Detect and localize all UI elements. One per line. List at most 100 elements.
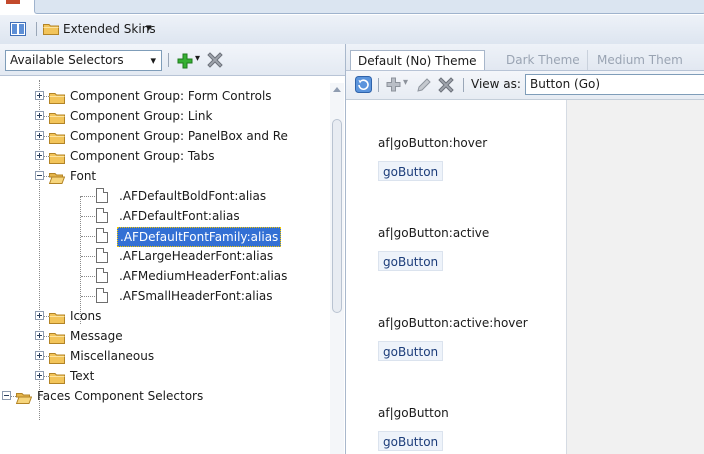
view-as-dropdown[interactable]: Button (Go): [525, 74, 704, 95]
document-icon: [96, 288, 108, 303]
preview-gobutton[interactable]: goButton: [378, 251, 444, 271]
skin-menu-label[interactable]: Extended Skins: [63, 22, 156, 36]
tree-folder-node[interactable]: Text: [0, 366, 328, 386]
preview-gobutton-label: goButton: [383, 345, 439, 359]
window-top-strip: [0, 0, 704, 15]
dropdown-arrow-icon: ▾: [150, 54, 156, 67]
tree-folder-node[interactable]: Component Group: PanelBox and Re: [0, 126, 328, 146]
tree-selector-item[interactable]: .AFDefaultFontFamily:alias: [0, 226, 328, 247]
tree-folder-node[interactable]: Faces Component Selectors: [0, 386, 328, 406]
tree-node-label: .AFDefaultBoldFont:alias: [119, 189, 267, 203]
expand-icon[interactable]: [35, 371, 44, 380]
tree-folder-node[interactable]: Miscellaneous: [0, 346, 328, 366]
folder-icon: [49, 310, 65, 324]
tree-folder-node[interactable]: Font: [0, 166, 328, 186]
folder-icon: [49, 150, 65, 164]
preview-background: [567, 100, 704, 454]
folder-icon: [43, 23, 59, 35]
expand-icon[interactable]: [35, 111, 44, 120]
tree-selector-item[interactable]: .AFSmallHeaderFont:alias: [0, 286, 328, 306]
toolbar-separator: [463, 78, 464, 92]
expand-icon[interactable]: [35, 351, 44, 360]
tree-node-label: Component Group: PanelBox and Re: [70, 129, 288, 143]
tab-medium-theme[interactable]: Medium Them: [590, 50, 690, 70]
add-dropdown-arrow-icon[interactable]: ▾: [195, 53, 200, 64]
selector-type-dropdown[interactable]: Available Selectors ▾: [5, 50, 162, 71]
tab-dark-theme[interactable]: Dark Theme: [499, 50, 588, 70]
tree-folder-node[interactable]: Message: [0, 326, 328, 346]
document-icon: [96, 268, 108, 283]
expand-icon[interactable]: [35, 331, 44, 340]
tree-selector-item[interactable]: .AFDefaultBoldFont:alias: [0, 186, 328, 206]
tree-folder-node[interactable]: Component Group: Link: [0, 106, 328, 126]
tree-connector-line: [81, 276, 95, 277]
tree-scrollbar[interactable]: [330, 83, 344, 454]
tree-node-label: .AFSmallHeaderFont:alias: [119, 289, 273, 303]
tree-connector-line: [81, 216, 95, 217]
skin-menu-arrow-icon[interactable]: ▾: [146, 21, 152, 34]
folder-icon: [49, 110, 65, 124]
add-dropdown-arrow-icon[interactable]: ▾: [403, 77, 408, 88]
preview-gobutton[interactable]: goButton: [378, 341, 444, 361]
open-folder-icon: [48, 170, 66, 184]
view-as-value: Button (Go): [530, 77, 601, 91]
tree-connector-line: [81, 196, 95, 197]
tree-node-label: .AFMediumHeaderFont:alias: [119, 269, 288, 283]
document-icon: [96, 228, 108, 243]
expand-icon[interactable]: [35, 91, 44, 100]
tree-node-label: Component Group: Tabs: [70, 149, 215, 163]
document-icon: [96, 208, 108, 223]
scrollbar-thumb[interactable]: [332, 119, 342, 313]
tree-node-label: Font: [70, 169, 97, 183]
toolbar-separator: [378, 78, 379, 92]
tab-default-theme[interactable]: Default (No) Theme: [350, 50, 485, 70]
tree-selector-item[interactable]: .AFLargeHeaderFont:alias: [0, 246, 328, 266]
toolbar-separator: [168, 53, 169, 67]
open-folder-icon: [15, 390, 33, 404]
folder-icon: [49, 350, 65, 364]
expand-icon[interactable]: [35, 151, 44, 160]
folder-icon: [49, 90, 65, 104]
tree-folder-node[interactable]: Component Group: Form Controls: [0, 86, 328, 106]
tree-node-label: Component Group: Form Controls: [70, 89, 272, 103]
document-icon: [96, 188, 108, 203]
preview-gobutton[interactable]: goButton: [378, 161, 444, 181]
scroll-up-icon[interactable]: [333, 87, 341, 92]
tree-folder-node[interactable]: Icons: [0, 306, 328, 326]
delete-icon[interactable]: [207, 52, 223, 68]
tree-connector-line: [81, 256, 95, 257]
editor-tab-fragment[interactable]: [34, 0, 704, 14]
tree-node-label: Faces Component Selectors: [37, 389, 204, 403]
add-icon[interactable]: [386, 77, 401, 92]
split-view-icon[interactable]: [10, 22, 26, 36]
folder-icon: [49, 370, 65, 384]
tree-connector-line: [81, 236, 95, 237]
selectors-header: Available Selectors ▾ ▾: [0, 44, 345, 76]
collapse-icon[interactable]: [35, 171, 44, 180]
add-icon[interactable]: [177, 53, 193, 69]
delete-icon[interactable]: [438, 77, 454, 93]
window-icon: [6, 0, 20, 4]
preview-gobutton[interactable]: goButton: [378, 431, 444, 451]
expand-icon[interactable]: [35, 131, 44, 140]
tree-selector-item[interactable]: .AFDefaultFont:alias: [0, 206, 328, 226]
tree-node-label: Component Group: Link: [70, 109, 213, 123]
tree-node-label: .AFDefaultFontFamily:alias: [117, 227, 282, 247]
preview-gobutton-label: goButton: [383, 435, 439, 449]
tree-node-label: Icons: [70, 309, 102, 323]
tree-node-label: Text: [70, 369, 95, 383]
preview-gobutton-label: goButton: [383, 255, 439, 269]
tree-folder-node[interactable]: Component Group: Tabs: [0, 146, 328, 166]
document-icon: [96, 248, 108, 263]
view-as-label: View as:: [471, 77, 521, 91]
folder-icon: [49, 130, 65, 144]
refresh-icon[interactable]: [355, 76, 372, 93]
expand-icon[interactable]: [35, 311, 44, 320]
tree-node-label: .AFDefaultFont:alias: [119, 209, 240, 223]
folder-icon: [49, 330, 65, 344]
tree-selector-item[interactable]: .AFMediumHeaderFont:alias: [0, 266, 328, 286]
collapse-icon[interactable]: [2, 391, 11, 400]
preview-selector-label: af|goButton:active:hover: [378, 316, 528, 330]
tree-node-label: Miscellaneous: [70, 349, 155, 363]
edit-icon[interactable]: [416, 77, 432, 93]
